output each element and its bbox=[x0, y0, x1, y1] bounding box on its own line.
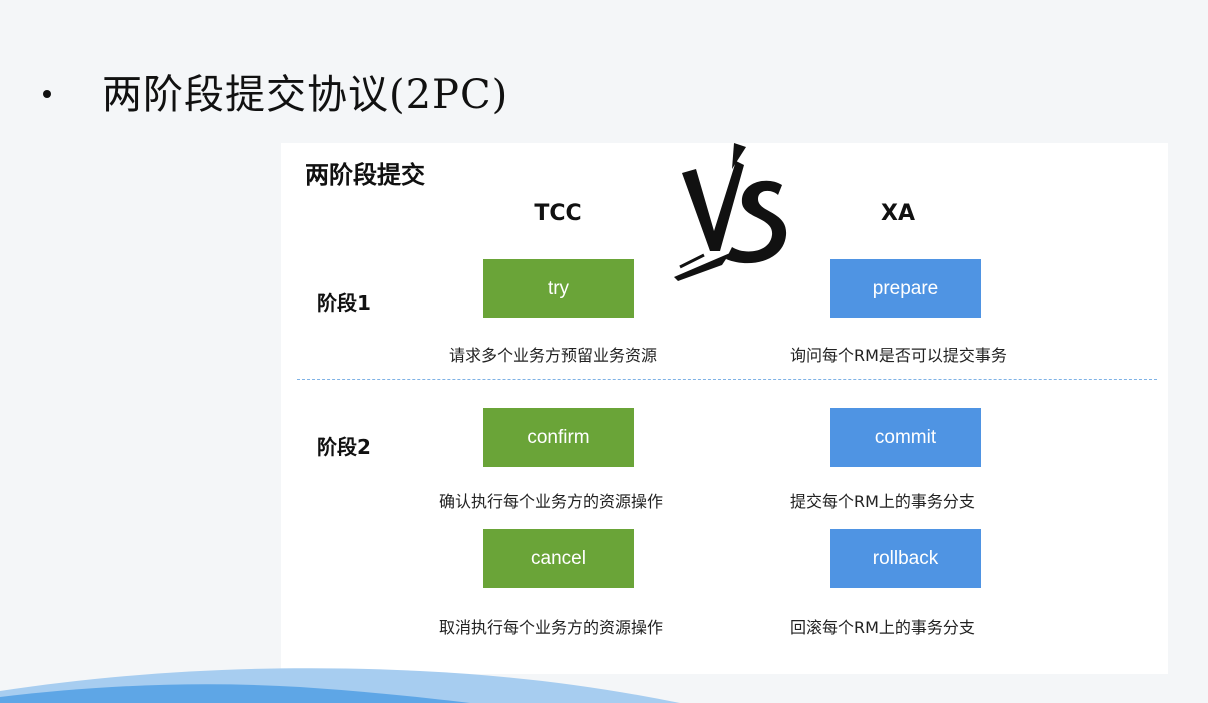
tcc-column-header: TCC bbox=[534, 201, 582, 226]
confirm-description: 确认执行每个业务方的资源操作 bbox=[439, 492, 664, 511]
decorative-wave bbox=[0, 668, 680, 703]
commit-description: 提交每个RM上的事务分支 bbox=[790, 492, 975, 511]
try-box: try bbox=[483, 259, 634, 318]
stage-1-label: 阶段1 bbox=[317, 291, 371, 315]
prepare-description: 询问每个RM是否可以提交事务 bbox=[790, 346, 1007, 365]
rollback-description: 回滚每个RM上的事务分支 bbox=[790, 618, 975, 637]
vs-logo-icon bbox=[674, 143, 787, 281]
bullet-dot bbox=[43, 90, 51, 98]
stage-2-label: 阶段2 bbox=[317, 435, 371, 459]
try-description: 请求多个业务方预留业务资源 bbox=[449, 346, 658, 365]
commit-box: commit bbox=[830, 408, 981, 467]
cancel-description: 取消执行每个业务方的资源操作 bbox=[439, 618, 664, 637]
comparison-panel: 两阶段提交 TCC XA 阶段1 try prepare 请求多个业务方预留业务… bbox=[281, 143, 1168, 674]
confirm-box: confirm bbox=[483, 408, 634, 467]
cancel-box: cancel bbox=[483, 529, 634, 588]
rollback-box: rollback bbox=[830, 529, 981, 588]
panel-title: 两阶段提交 bbox=[305, 161, 425, 189]
slide-title: 两阶段提交协议(2PC) bbox=[102, 72, 509, 118]
prepare-box: prepare bbox=[830, 259, 981, 318]
xa-column-header: XA bbox=[881, 201, 915, 226]
stage-divider bbox=[297, 379, 1157, 380]
